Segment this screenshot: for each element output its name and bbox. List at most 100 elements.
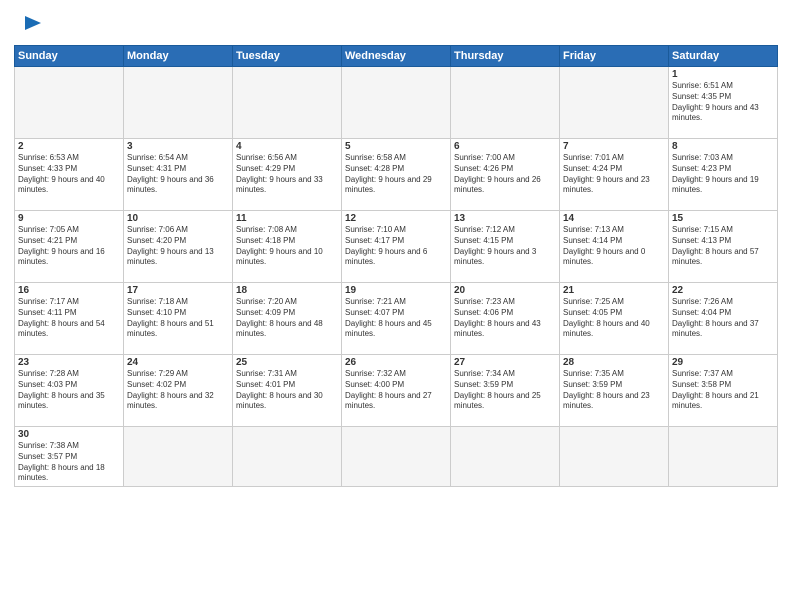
- day-cell: 11Sunrise: 7:08 AM Sunset: 4:18 PM Dayli…: [233, 211, 342, 283]
- day-cell: 22Sunrise: 7:26 AM Sunset: 4:04 PM Dayli…: [669, 283, 778, 355]
- day-number: 21: [563, 285, 665, 296]
- day-cell: [451, 427, 560, 487]
- day-number: 2: [18, 141, 120, 152]
- week-row-0: 1Sunrise: 6:51 AM Sunset: 4:35 PM Daylig…: [15, 67, 778, 139]
- day-info: Sunrise: 7:38 AM Sunset: 3:57 PM Dayligh…: [18, 441, 120, 484]
- day-info: Sunrise: 7:26 AM Sunset: 4:04 PM Dayligh…: [672, 297, 774, 340]
- day-cell: 7Sunrise: 7:01 AM Sunset: 4:24 PM Daylig…: [560, 139, 669, 211]
- day-number: 10: [127, 213, 229, 224]
- day-number: 14: [563, 213, 665, 224]
- weekday-header-sunday: Sunday: [15, 46, 124, 67]
- day-cell: [451, 67, 560, 139]
- day-cell: [124, 427, 233, 487]
- day-number: 3: [127, 141, 229, 152]
- day-number: 4: [236, 141, 338, 152]
- day-cell: 1Sunrise: 6:51 AM Sunset: 4:35 PM Daylig…: [669, 67, 778, 139]
- day-cell: 13Sunrise: 7:12 AM Sunset: 4:15 PM Dayli…: [451, 211, 560, 283]
- day-info: Sunrise: 7:34 AM Sunset: 3:59 PM Dayligh…: [454, 369, 556, 412]
- day-info: Sunrise: 7:15 AM Sunset: 4:13 PM Dayligh…: [672, 225, 774, 268]
- week-row-4: 23Sunrise: 7:28 AM Sunset: 4:03 PM Dayli…: [15, 355, 778, 427]
- day-info: Sunrise: 7:20 AM Sunset: 4:09 PM Dayligh…: [236, 297, 338, 340]
- day-info: Sunrise: 7:18 AM Sunset: 4:10 PM Dayligh…: [127, 297, 229, 340]
- day-cell: 25Sunrise: 7:31 AM Sunset: 4:01 PM Dayli…: [233, 355, 342, 427]
- day-cell: [233, 67, 342, 139]
- day-cell: 19Sunrise: 7:21 AM Sunset: 4:07 PM Dayli…: [342, 283, 451, 355]
- day-cell: [342, 67, 451, 139]
- day-number: 25: [236, 357, 338, 368]
- day-info: Sunrise: 7:13 AM Sunset: 4:14 PM Dayligh…: [563, 225, 665, 268]
- day-cell: 5Sunrise: 6:58 AM Sunset: 4:28 PM Daylig…: [342, 139, 451, 211]
- calendar: SundayMondayTuesdayWednesdayThursdayFrid…: [14, 45, 778, 487]
- day-cell: [560, 427, 669, 487]
- week-row-2: 9Sunrise: 7:05 AM Sunset: 4:21 PM Daylig…: [15, 211, 778, 283]
- logo: [14, 10, 43, 39]
- day-number: 8: [672, 141, 774, 152]
- day-number: 1: [672, 69, 774, 80]
- day-number: 24: [127, 357, 229, 368]
- header: [14, 10, 778, 39]
- day-info: Sunrise: 7:28 AM Sunset: 4:03 PM Dayligh…: [18, 369, 120, 412]
- day-cell: 14Sunrise: 7:13 AM Sunset: 4:14 PM Dayli…: [560, 211, 669, 283]
- day-info: Sunrise: 7:05 AM Sunset: 4:21 PM Dayligh…: [18, 225, 120, 268]
- week-row-3: 16Sunrise: 7:17 AM Sunset: 4:11 PM Dayli…: [15, 283, 778, 355]
- day-cell: 18Sunrise: 7:20 AM Sunset: 4:09 PM Dayli…: [233, 283, 342, 355]
- day-cell: 10Sunrise: 7:06 AM Sunset: 4:20 PM Dayli…: [124, 211, 233, 283]
- day-cell: 6Sunrise: 7:00 AM Sunset: 4:26 PM Daylig…: [451, 139, 560, 211]
- day-cell: 17Sunrise: 7:18 AM Sunset: 4:10 PM Dayli…: [124, 283, 233, 355]
- day-number: 26: [345, 357, 447, 368]
- day-number: 29: [672, 357, 774, 368]
- day-cell: [233, 427, 342, 487]
- week-row-5: 30Sunrise: 7:38 AM Sunset: 3:57 PM Dayli…: [15, 427, 778, 487]
- day-cell: 27Sunrise: 7:34 AM Sunset: 3:59 PM Dayli…: [451, 355, 560, 427]
- day-cell: 8Sunrise: 7:03 AM Sunset: 4:23 PM Daylig…: [669, 139, 778, 211]
- day-cell: 26Sunrise: 7:32 AM Sunset: 4:00 PM Dayli…: [342, 355, 451, 427]
- day-info: Sunrise: 6:58 AM Sunset: 4:28 PM Dayligh…: [345, 153, 447, 196]
- day-info: Sunrise: 7:17 AM Sunset: 4:11 PM Dayligh…: [18, 297, 120, 340]
- day-cell: 16Sunrise: 7:17 AM Sunset: 4:11 PM Dayli…: [15, 283, 124, 355]
- day-info: Sunrise: 7:37 AM Sunset: 3:58 PM Dayligh…: [672, 369, 774, 412]
- day-number: 13: [454, 213, 556, 224]
- day-cell: 24Sunrise: 7:29 AM Sunset: 4:02 PM Dayli…: [124, 355, 233, 427]
- day-number: 27: [454, 357, 556, 368]
- day-info: Sunrise: 7:08 AM Sunset: 4:18 PM Dayligh…: [236, 225, 338, 268]
- day-cell: 2Sunrise: 6:53 AM Sunset: 4:33 PM Daylig…: [15, 139, 124, 211]
- day-cell: 9Sunrise: 7:05 AM Sunset: 4:21 PM Daylig…: [15, 211, 124, 283]
- day-cell: 20Sunrise: 7:23 AM Sunset: 4:06 PM Dayli…: [451, 283, 560, 355]
- day-number: 20: [454, 285, 556, 296]
- day-number: 9: [18, 213, 120, 224]
- day-info: Sunrise: 7:31 AM Sunset: 4:01 PM Dayligh…: [236, 369, 338, 412]
- day-number: 16: [18, 285, 120, 296]
- day-info: Sunrise: 7:03 AM Sunset: 4:23 PM Dayligh…: [672, 153, 774, 196]
- day-cell: 30Sunrise: 7:38 AM Sunset: 3:57 PM Dayli…: [15, 427, 124, 487]
- day-info: Sunrise: 7:06 AM Sunset: 4:20 PM Dayligh…: [127, 225, 229, 268]
- day-number: 5: [345, 141, 447, 152]
- day-number: 11: [236, 213, 338, 224]
- day-number: 7: [563, 141, 665, 152]
- day-info: Sunrise: 7:23 AM Sunset: 4:06 PM Dayligh…: [454, 297, 556, 340]
- day-info: Sunrise: 6:51 AM Sunset: 4:35 PM Dayligh…: [672, 81, 774, 124]
- day-info: Sunrise: 7:29 AM Sunset: 4:02 PM Dayligh…: [127, 369, 229, 412]
- day-info: Sunrise: 7:25 AM Sunset: 4:05 PM Dayligh…: [563, 297, 665, 340]
- day-cell: 28Sunrise: 7:35 AM Sunset: 3:59 PM Dayli…: [560, 355, 669, 427]
- day-cell: 12Sunrise: 7:10 AM Sunset: 4:17 PM Dayli…: [342, 211, 451, 283]
- day-number: 12: [345, 213, 447, 224]
- day-info: Sunrise: 7:12 AM Sunset: 4:15 PM Dayligh…: [454, 225, 556, 268]
- day-cell: [15, 67, 124, 139]
- day-number: 15: [672, 213, 774, 224]
- day-info: Sunrise: 7:01 AM Sunset: 4:24 PM Dayligh…: [563, 153, 665, 196]
- day-number: 30: [18, 429, 120, 440]
- day-cell: [342, 427, 451, 487]
- day-cell: 4Sunrise: 6:56 AM Sunset: 4:29 PM Daylig…: [233, 139, 342, 211]
- day-number: 22: [672, 285, 774, 296]
- week-row-1: 2Sunrise: 6:53 AM Sunset: 4:33 PM Daylig…: [15, 139, 778, 211]
- weekday-header-row: SundayMondayTuesdayWednesdayThursdayFrid…: [15, 46, 778, 67]
- day-number: 23: [18, 357, 120, 368]
- day-number: 28: [563, 357, 665, 368]
- weekday-header-friday: Friday: [560, 46, 669, 67]
- day-info: Sunrise: 7:32 AM Sunset: 4:00 PM Dayligh…: [345, 369, 447, 412]
- day-info: Sunrise: 7:10 AM Sunset: 4:17 PM Dayligh…: [345, 225, 447, 268]
- day-cell: 21Sunrise: 7:25 AM Sunset: 4:05 PM Dayli…: [560, 283, 669, 355]
- day-info: Sunrise: 7:21 AM Sunset: 4:07 PM Dayligh…: [345, 297, 447, 340]
- weekday-header-saturday: Saturday: [669, 46, 778, 67]
- day-info: Sunrise: 7:00 AM Sunset: 4:26 PM Dayligh…: [454, 153, 556, 196]
